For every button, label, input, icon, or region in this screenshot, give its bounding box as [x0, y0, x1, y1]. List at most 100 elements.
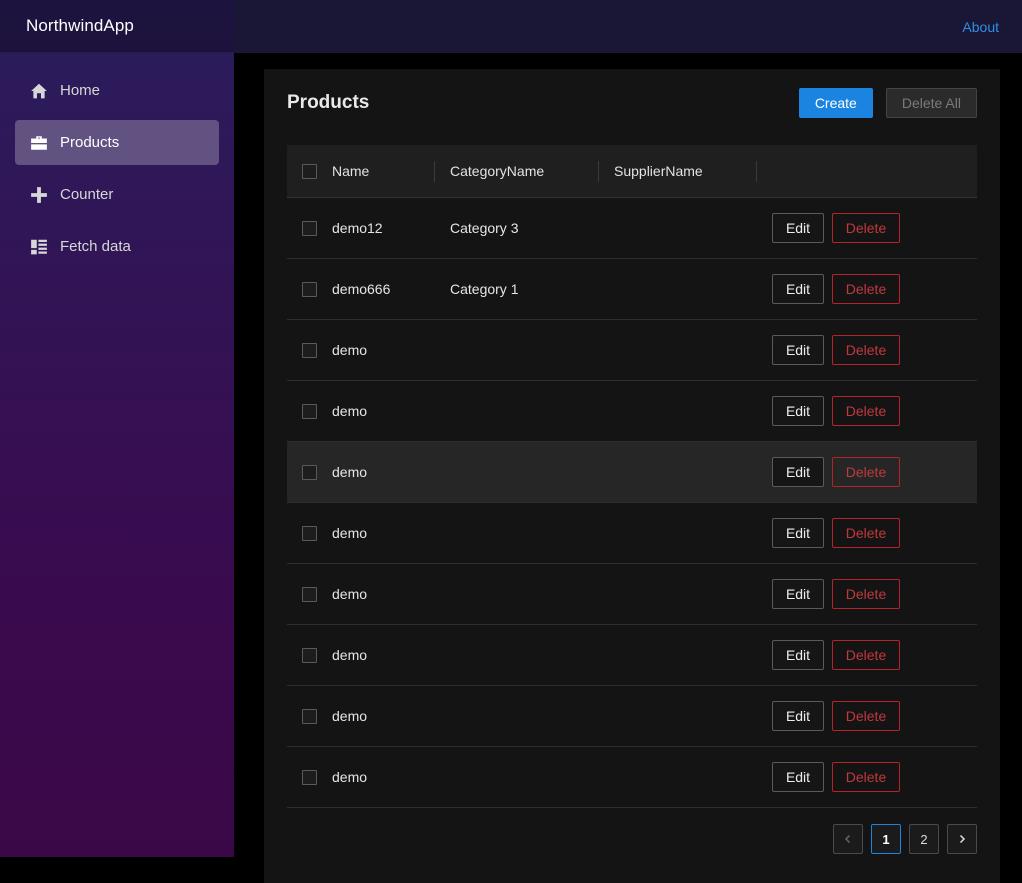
table-row[interactable]: demo Edit Delete [287, 686, 977, 747]
actions-cell: Edit Delete [757, 335, 977, 365]
sidebar-item-label: Home [60, 82, 101, 99]
delete-button[interactable]: Delete [832, 762, 900, 792]
row-checkbox[interactable] [302, 586, 317, 602]
table-row[interactable]: demo Edit Delete [287, 320, 977, 381]
row-select-cell [287, 586, 332, 602]
sidebar-nav: Home Products Counter Fetch data [0, 53, 234, 269]
prev-page-button[interactable] [833, 824, 863, 854]
sidebar-item-counter[interactable]: Counter [15, 172, 219, 217]
edit-button[interactable]: Edit [772, 640, 824, 670]
delete-button[interactable]: Delete [832, 640, 900, 670]
name-cell: demo [332, 647, 368, 663]
table-row[interactable]: demo Edit Delete [287, 381, 977, 442]
delete-button[interactable]: Delete [832, 518, 900, 548]
table-row[interactable]: demo Edit Delete [287, 503, 977, 564]
row-select-cell [287, 464, 332, 480]
table-row[interactable]: demo Edit Delete [287, 442, 977, 503]
row-checkbox[interactable] [302, 281, 317, 297]
actions-cell: Edit Delete [757, 396, 977, 426]
row-select-cell [287, 281, 332, 297]
about-link[interactable]: About [962, 19, 999, 35]
actions-cell: Edit Delete [757, 274, 977, 304]
row-select-cell [287, 769, 332, 785]
brand-bar: NorthwindApp [0, 0, 234, 53]
row-select-cell [287, 708, 332, 724]
chevron-left-icon [844, 834, 851, 844]
name-cell: demo12 [332, 220, 383, 236]
delete-button[interactable]: Delete [832, 274, 900, 304]
briefcase-icon [29, 133, 49, 153]
category-cell: Category 3 [450, 220, 519, 236]
sidebar: NorthwindApp Home Products Counter Fetch… [0, 0, 234, 857]
edit-button[interactable]: Edit [772, 518, 824, 548]
header-actions: Create Delete All [798, 88, 977, 118]
edit-button[interactable]: Edit [772, 396, 824, 426]
actions-cell: Edit Delete [757, 640, 977, 670]
chevron-right-icon [959, 834, 966, 844]
edit-button[interactable]: Edit [772, 762, 824, 792]
page-title: Products [287, 92, 370, 113]
create-button[interactable]: Create [798, 88, 873, 118]
row-checkbox[interactable] [302, 647, 317, 663]
table-header: Name CategoryName SupplierName [287, 145, 977, 198]
row-checkbox[interactable] [302, 708, 317, 724]
table-row[interactable]: demo Edit Delete [287, 625, 977, 686]
row-checkbox[interactable] [302, 220, 317, 236]
delete-button[interactable]: Delete [832, 213, 900, 243]
row-select-cell [287, 525, 332, 541]
delete-button[interactable]: Delete [832, 335, 900, 365]
row-select-cell [287, 220, 332, 236]
name-cell: demo [332, 464, 368, 480]
sidebar-item-label: Products [60, 134, 120, 151]
delete-button[interactable]: Delete [832, 457, 900, 487]
name-cell: demo [332, 708, 368, 724]
next-page-button[interactable] [947, 824, 977, 854]
row-checkbox[interactable] [302, 769, 317, 785]
products-table: Name CategoryName SupplierName demo12 Cat… [287, 145, 977, 808]
name-cell: demo [332, 403, 368, 419]
page-button-2[interactable]: 2 [909, 824, 939, 854]
name-cell: demo666 [332, 281, 391, 297]
edit-button[interactable]: Edit [772, 335, 824, 365]
actions-cell: Edit Delete [757, 457, 977, 487]
sidebar-item-home[interactable]: Home [15, 68, 219, 113]
name-cell: demo [332, 769, 368, 785]
table-row[interactable]: demo666 Category 1 Edit Delete [287, 259, 977, 320]
edit-button[interactable]: Edit [772, 579, 824, 609]
row-checkbox[interactable] [302, 525, 317, 541]
delete-button[interactable]: Delete [832, 396, 900, 426]
actions-cell: Edit Delete [757, 579, 977, 609]
column-header-actions [757, 145, 977, 197]
row-select-cell [287, 647, 332, 663]
row-checkbox[interactable] [302, 464, 317, 480]
edit-button[interactable]: Edit [772, 457, 824, 487]
products-card: Products Create Delete All Name Category… [264, 69, 1000, 883]
card-header: Products Create Delete All [287, 88, 977, 118]
sidebar-item-label: Counter [60, 186, 114, 203]
select-all-checkbox[interactable] [302, 163, 317, 179]
table-row[interactable]: demo Edit Delete [287, 564, 977, 625]
column-header-supplier[interactable]: SupplierName [599, 145, 757, 197]
table-row[interactable]: demo Edit Delete [287, 747, 977, 808]
delete-all-button[interactable]: Delete All [885, 88, 977, 118]
edit-button[interactable]: Edit [772, 274, 824, 304]
edit-button[interactable]: Edit [772, 701, 824, 731]
name-cell: demo [332, 525, 368, 541]
edit-button[interactable]: Edit [772, 213, 824, 243]
page-button-1[interactable]: 1 [871, 824, 901, 854]
actions-cell: Edit Delete [757, 213, 977, 243]
brand-logo[interactable]: NorthwindApp [26, 16, 134, 36]
table-row[interactable]: demo12 Category 3 Edit Delete [287, 198, 977, 259]
row-checkbox[interactable] [302, 403, 317, 419]
sidebar-item-fetch-data[interactable]: Fetch data [15, 224, 219, 269]
pagination: 1 2 [833, 824, 977, 854]
column-header-name[interactable]: Name [332, 145, 435, 197]
row-select-cell [287, 403, 332, 419]
column-header-category[interactable]: CategoryName [435, 145, 599, 197]
sidebar-item-products[interactable]: Products [15, 120, 219, 165]
delete-button[interactable]: Delete [832, 579, 900, 609]
delete-button[interactable]: Delete [832, 701, 900, 731]
list-icon [29, 237, 49, 257]
row-select-cell [287, 342, 332, 358]
row-checkbox[interactable] [302, 342, 317, 358]
